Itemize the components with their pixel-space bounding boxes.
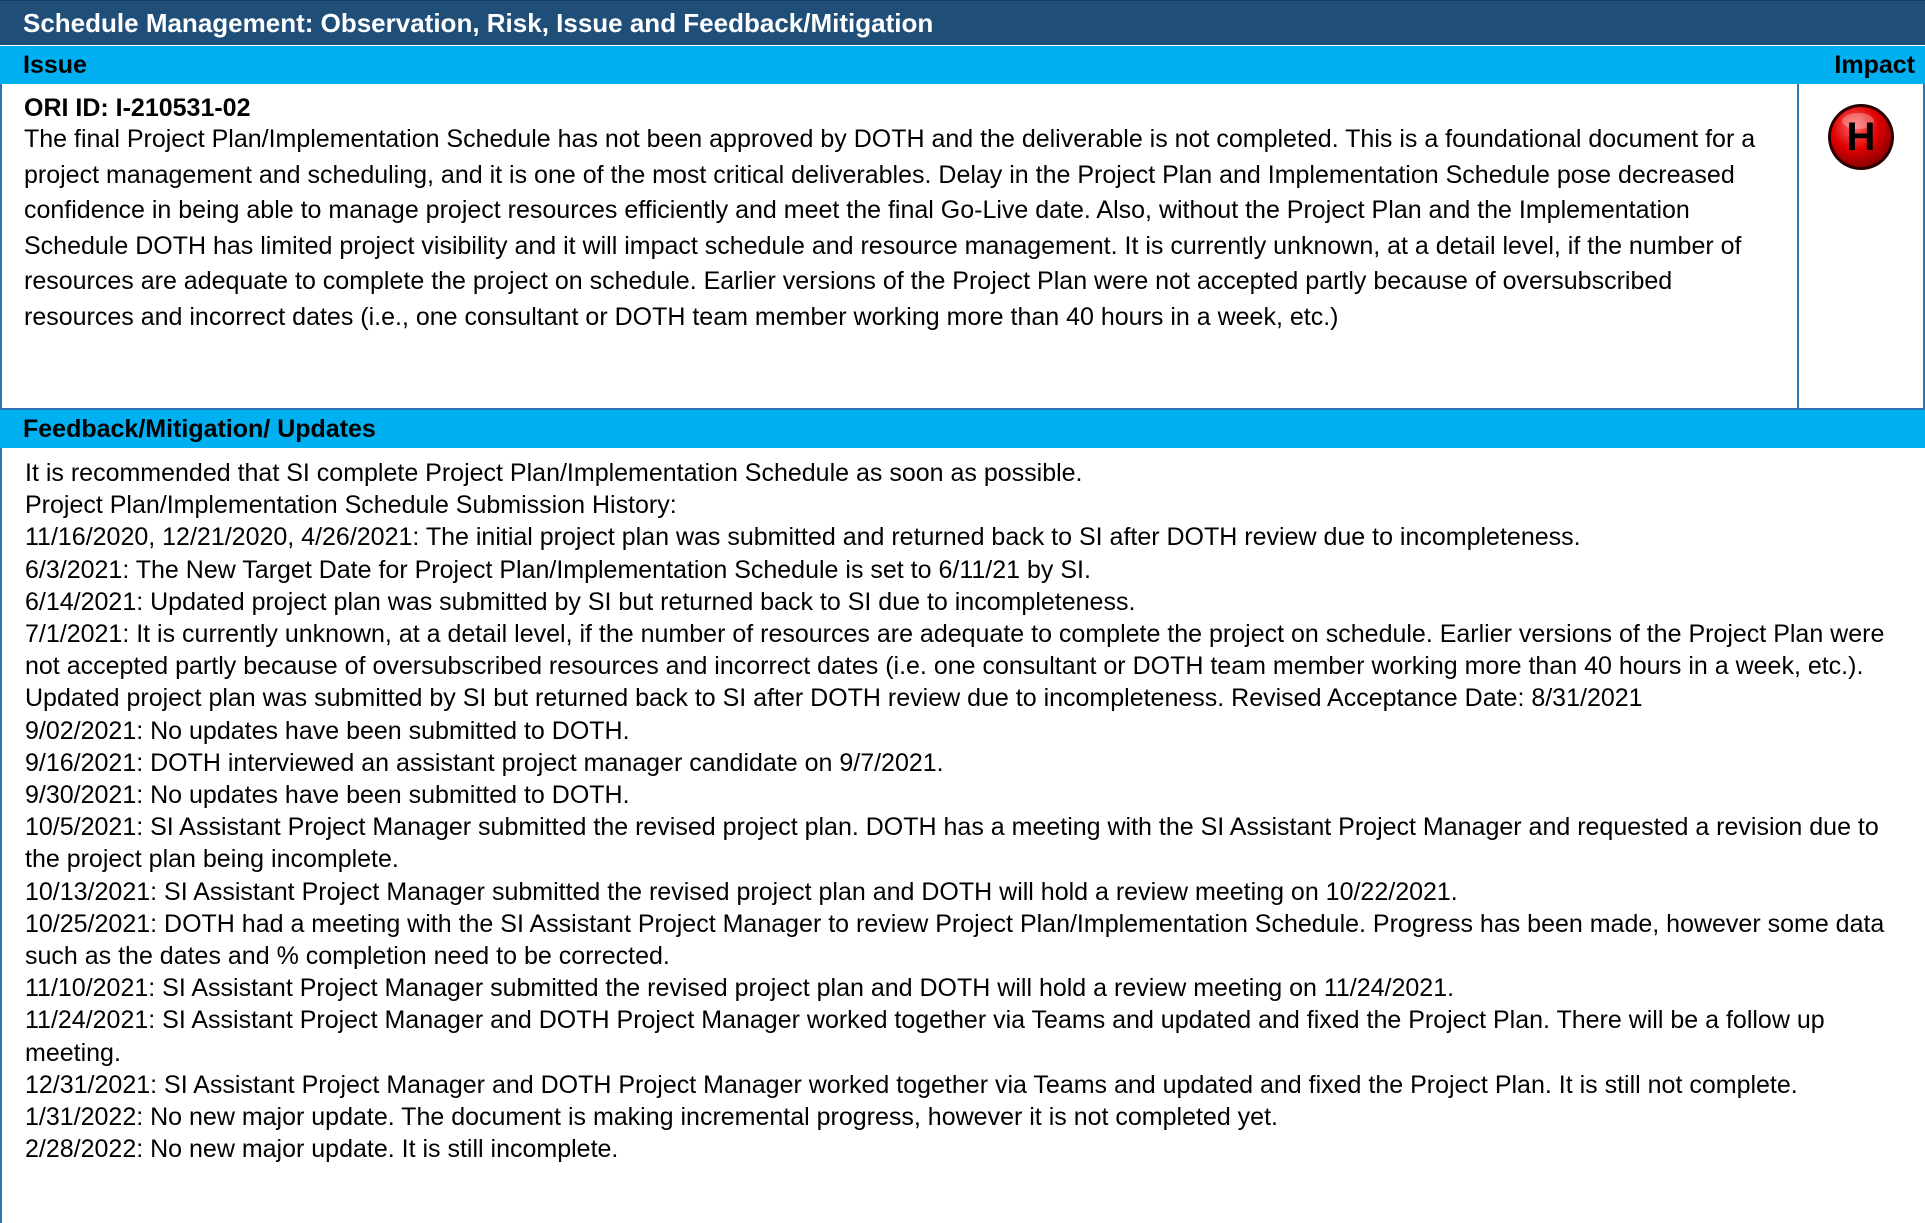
feedback-header-label: Feedback/Mitigation/ Updates <box>23 415 376 443</box>
feedback-section-header: Feedback/Mitigation/ Updates <box>0 410 1925 448</box>
feedback-line: 12/31/2021: SI Assistant Project Manager… <box>25 1070 1798 1099</box>
issue-description: The final Project Plan/Implementation Sc… <box>24 125 1756 331</box>
feedback-line: 2/28/2022: No new major update. It is st… <box>25 1135 619 1164</box>
impact-letter: H <box>1847 115 1876 159</box>
impact-cell: H <box>1799 84 1923 408</box>
feedback-line: 7/1/2021: It is currently unknown, at a … <box>25 620 1885 713</box>
feedback-line: 6/3/2021: The New Target Date for Projec… <box>25 555 1091 584</box>
impact-high-icon: H <box>1828 104 1894 170</box>
issue-text-cell: ORI ID: I-210531-02 The final Project Pl… <box>2 84 1799 408</box>
feedback-line: 10/13/2021: SI Assistant Project Manager… <box>25 877 1458 906</box>
issue-section-header: Issue Impact <box>0 46 1925 84</box>
issue-body: ORI ID: I-210531-02 The final Project Pl… <box>0 84 1925 410</box>
feedback-line: 9/02/2021: No updates have been submitte… <box>25 716 630 745</box>
feedback-line: 11/16/2020, 12/21/2020, 4/26/2021: The i… <box>25 523 1581 552</box>
issue-header-label: Issue <box>23 51 87 79</box>
feedback-line: 10/25/2021: DOTH had a meeting with the … <box>25 909 1885 971</box>
feedback-body: It is recommended that SI complete Proje… <box>0 448 1925 1223</box>
feedback-line: 1/31/2022: No new major update. The docu… <box>25 1103 1278 1132</box>
ori-id: ORI ID: I-210531-02 <box>24 94 251 122</box>
feedback-line: 11/24/2021: SI Assistant Project Manager… <box>25 1006 1825 1067</box>
feedback-line: It is recommended that SI complete Proje… <box>25 459 1083 487</box>
feedback-line: 6/14/2021: Updated project plan was subm… <box>25 587 1136 616</box>
feedback-line: 9/30/2021: No updates have been submitte… <box>25 781 630 810</box>
report-title: Schedule Management: Observation, Risk, … <box>0 0 1925 45</box>
feedback-line: Project Plan/Implementation Schedule Sub… <box>25 491 677 520</box>
feedback-line: 9/16/2021: DOTH interviewed an assistant… <box>25 748 944 777</box>
feedback-line: 10/5/2021: SI Assistant Project Manager … <box>25 813 1879 874</box>
impact-header-label: Impact <box>1834 51 1915 79</box>
feedback-line: 11/10/2021: SI Assistant Project Manager… <box>25 974 1455 1003</box>
ori-report-page: Schedule Management: Observation, Risk, … <box>0 0 1925 1223</box>
